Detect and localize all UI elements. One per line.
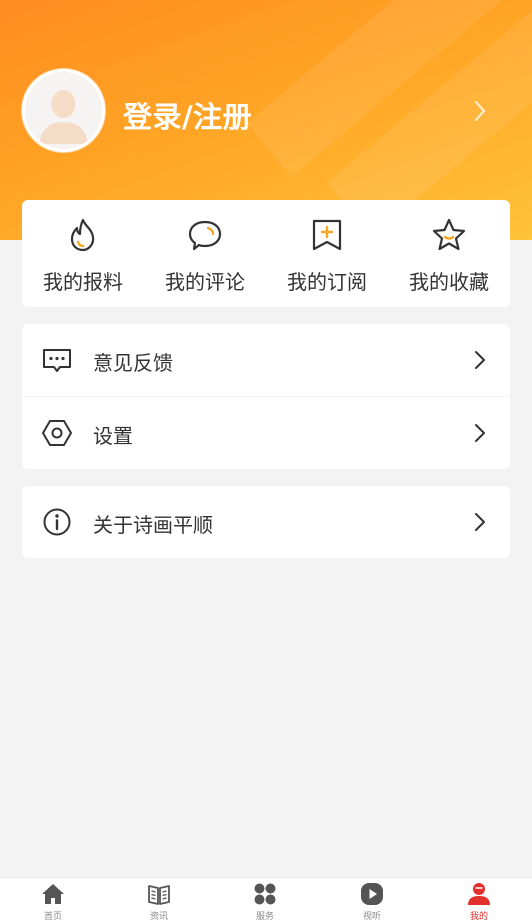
tab-label: 服务 bbox=[255, 912, 274, 922]
quick-actions-card: 我的报料 我的评论 我的订阅 我的收藏 bbox=[22, 200, 510, 307]
menu-item-label: 设置 bbox=[93, 424, 133, 448]
newspaper-icon bbox=[148, 885, 170, 905]
tab-home[interactable]: 首页 bbox=[0, 878, 106, 923]
star-icon bbox=[432, 218, 466, 251]
chevron-right-icon bbox=[475, 513, 485, 531]
grid-icon bbox=[254, 883, 276, 905]
hexagon-settings-icon bbox=[42, 420, 72, 446]
bookmark-plus-icon bbox=[312, 219, 342, 251]
menu-item-label: 关于诗画平顺 bbox=[93, 513, 213, 537]
default-avatar-icon bbox=[25, 72, 102, 149]
info-icon bbox=[43, 508, 71, 536]
menu-item-about[interactable]: 关于诗画平顺 bbox=[22, 486, 510, 558]
quick-action-label: 我的收藏 bbox=[409, 270, 489, 294]
tab-label: 视听 bbox=[362, 912, 381, 922]
tab-news[interactable]: 资讯 bbox=[106, 878, 212, 923]
quick-action-label: 我的报料 bbox=[43, 270, 123, 294]
chevron-right-icon[interactable] bbox=[470, 97, 490, 125]
tab-label: 首页 bbox=[43, 912, 62, 922]
tab-media[interactable]: 视听 bbox=[319, 878, 425, 923]
tab-mine[interactable]: 我的 bbox=[426, 878, 532, 923]
chevron-right-icon bbox=[475, 351, 485, 369]
tab-services[interactable]: 服务 bbox=[212, 878, 318, 923]
quick-action-my-comments[interactable]: 我的评论 bbox=[144, 200, 266, 307]
flame-icon bbox=[70, 218, 95, 252]
user-icon bbox=[468, 883, 490, 905]
quick-action-label: 我的订阅 bbox=[287, 270, 367, 294]
chevron-right-icon bbox=[475, 424, 485, 442]
login-register-link[interactable]: 登录/注册 bbox=[123, 94, 252, 136]
quick-action-my-reports[interactable]: 我的报料 bbox=[22, 200, 144, 307]
message-dots-icon bbox=[43, 349, 71, 372]
bottom-tab-bar: 首页 资讯 服务 视听 我的 bbox=[0, 877, 532, 923]
menu-item-label: 意见反馈 bbox=[93, 351, 173, 375]
tab-label: 我的 bbox=[469, 912, 488, 922]
quick-action-label: 我的评论 bbox=[165, 270, 245, 294]
comment-bubble-icon bbox=[188, 220, 222, 251]
quick-action-my-favorites[interactable]: 我的收藏 bbox=[388, 200, 510, 307]
tab-label: 资讯 bbox=[149, 912, 168, 922]
play-icon bbox=[361, 883, 383, 905]
home-icon bbox=[42, 884, 64, 904]
quick-action-my-subscriptions[interactable]: 我的订阅 bbox=[266, 200, 388, 307]
menu-item-feedback[interactable]: 意见反馈 bbox=[22, 324, 510, 396]
avatar[interactable] bbox=[22, 69, 105, 152]
menu-item-settings[interactable]: 设置 bbox=[22, 397, 510, 469]
